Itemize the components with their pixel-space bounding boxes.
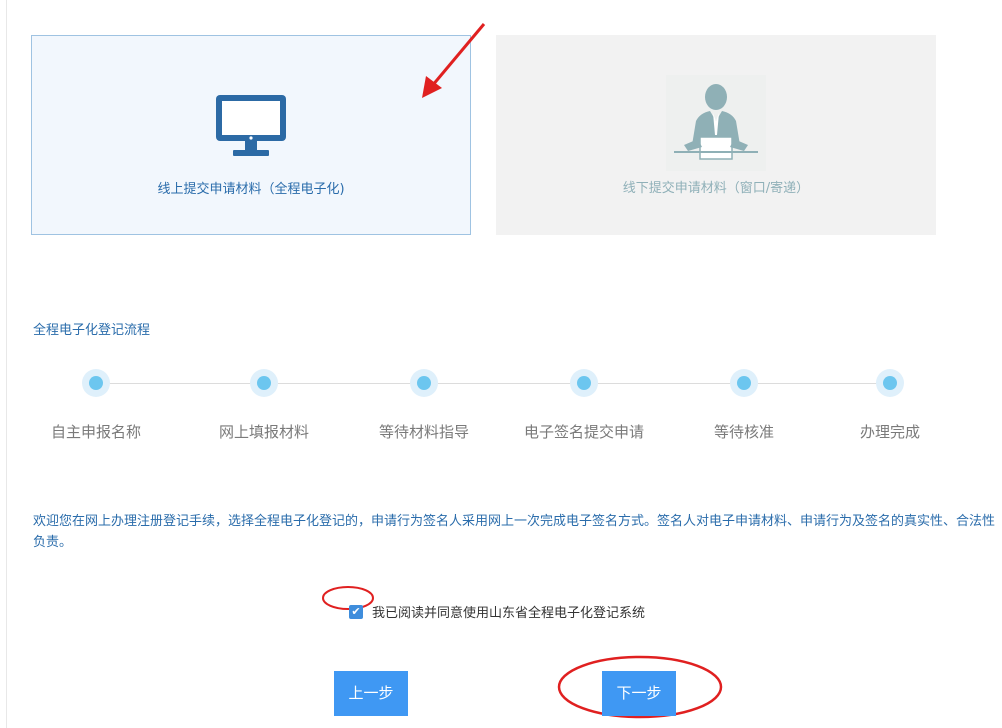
person-at-desk-icon: [666, 75, 766, 171]
left-border: [0, 0, 7, 728]
step-label: 等待核准: [713, 423, 774, 441]
cropped-heading: [34, 0, 234, 4]
notice-text: 欢迎您在网上办理注册登记手续，选择全程电子化登记的，申请行为签名人采用网上一次完…: [33, 514, 996, 550]
step-label: 自主申报名称: [50, 423, 141, 441]
agreement-checkbox[interactable]: ✔: [349, 604, 363, 619]
flow-step-1: 自主申报名称: [21, 369, 171, 442]
flow-step-3: 等待材料指导: [349, 369, 499, 442]
prev-step-button[interactable]: 上一步: [334, 671, 408, 716]
step-dot-icon: [250, 369, 278, 397]
step-dot-icon: [82, 369, 110, 397]
next-step-button[interactable]: 下一步: [602, 671, 676, 716]
agreement-row: ✔ 我已阅读并同意使用山东省全程电子化登记系统: [349, 602, 645, 621]
step-dot-icon: [730, 369, 758, 397]
step-label: 办理完成: [859, 423, 920, 441]
agreement-label: 我已阅读并同意使用山东省全程电子化登记系统: [372, 606, 646, 621]
option-online-submit[interactable]: 线上提交申请材料（全程电子化): [31, 35, 471, 235]
flow-step-4: 电子签名提交申请: [509, 369, 659, 442]
checkmark-icon: ✔: [351, 604, 361, 618]
option-online-label: 线上提交申请材料（全程电子化): [157, 182, 345, 197]
flow-title: 全程电子化登记流程: [33, 323, 151, 338]
flow-step-5: 等待核准: [669, 369, 819, 442]
option-offline-label: 线下提交申请材料（窗口/寄递）: [622, 181, 810, 196]
step-label: 网上填报材料: [218, 423, 309, 441]
monitor-icon: [216, 95, 286, 156]
step-dot-icon: [410, 369, 438, 397]
flow-step-6: 办理完成: [815, 369, 965, 442]
option-offline-submit[interactable]: 线下提交申请材料（窗口/寄递）: [496, 35, 936, 235]
step-dot-icon: [876, 369, 904, 397]
step-label: 电子签名提交申请: [523, 423, 644, 441]
step-label: 等待材料指导: [378, 423, 469, 441]
annotation-arrow-icon: [422, 23, 486, 98]
flow-step-2: 网上填报材料: [189, 369, 339, 442]
step-dot-icon: [570, 369, 598, 397]
